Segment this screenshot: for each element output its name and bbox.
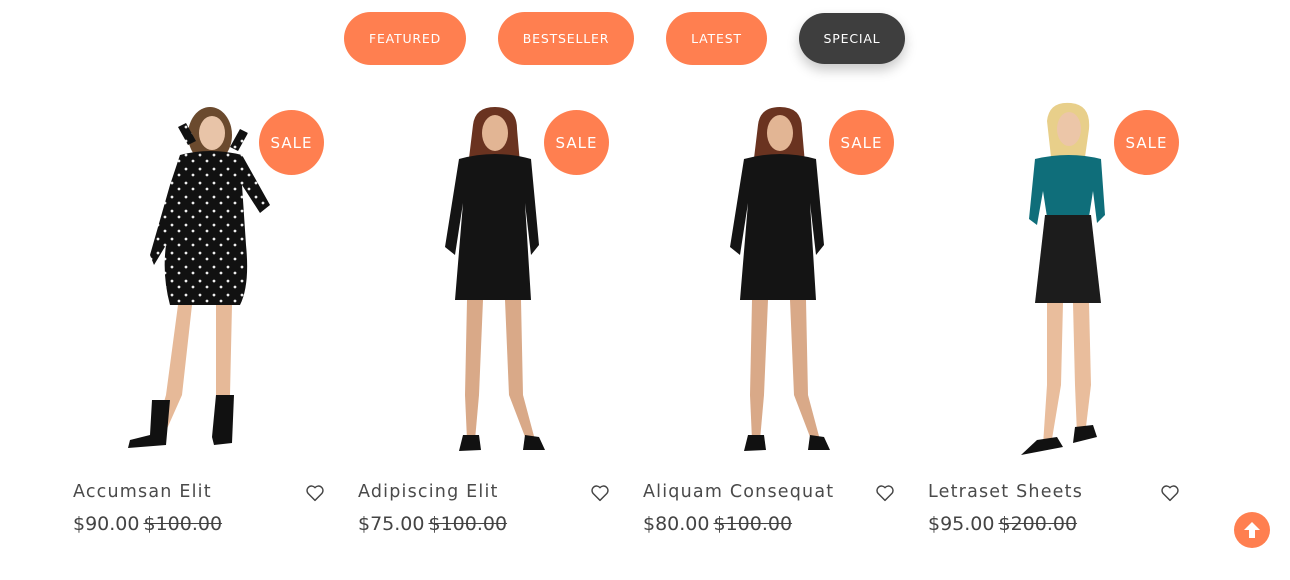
arrow-up-circle-icon [1244, 522, 1260, 538]
tab-latest[interactable]: LATEST [666, 12, 767, 65]
product-price: $80.00 $100.00 [643, 513, 792, 535]
product-image[interactable]: SALE [925, 95, 1185, 470]
sale-badge: SALE [829, 110, 894, 175]
product-image[interactable]: SALE [355, 95, 615, 470]
old-price: $200.00 [998, 513, 1078, 535]
sale-badge: SALE [544, 110, 609, 175]
current-price: $75.00 [358, 513, 425, 535]
product-price: $95.00 $200.00 [928, 513, 1077, 535]
product-image[interactable]: SALE [640, 95, 900, 470]
old-price: $100.00 [428, 513, 508, 535]
product-card: SALE Aliquam Consequat $80.00 $100.00 [640, 95, 900, 565]
product-name[interactable]: Accumsan Elit [73, 482, 212, 502]
product-name[interactable]: Aliquam Consequat [643, 482, 834, 502]
heart-outline-icon[interactable] [590, 484, 610, 502]
scroll-to-top-button[interactable] [1234, 512, 1270, 548]
heart-outline-icon[interactable] [305, 484, 325, 502]
tab-featured[interactable]: FEATURED [344, 12, 466, 65]
heart-outline-icon[interactable] [1160, 484, 1180, 502]
sale-badge: SALE [1114, 110, 1179, 175]
product-card: SALE Accumsan Elit $90.00 $100.00 [70, 95, 330, 565]
product-name[interactable]: Adipiscing Elit [358, 482, 499, 502]
old-price: $100.00 [143, 513, 223, 535]
tab-special[interactable]: SPECIAL [799, 13, 905, 64]
product-image[interactable]: SALE [70, 95, 330, 470]
current-price: $90.00 [73, 513, 140, 535]
current-price: $80.00 [643, 513, 710, 535]
product-price: $90.00 $100.00 [73, 513, 222, 535]
sale-badge: SALE [259, 110, 324, 175]
product-price: $75.00 $100.00 [358, 513, 507, 535]
old-price: $100.00 [713, 513, 793, 535]
tab-bestseller[interactable]: BESTSELLER [498, 12, 634, 65]
current-price: $95.00 [928, 513, 995, 535]
product-card: SALE Letraset Sheets $95.00 $200.00 [925, 95, 1185, 565]
product-tabs: FEATURED BESTSELLER LATEST SPECIAL [0, 0, 1290, 80]
product-card: SALE Adipiscing Elit $75.00 $100.00 [355, 95, 615, 565]
heart-outline-icon[interactable] [875, 484, 895, 502]
product-name[interactable]: Letraset Sheets [928, 482, 1083, 502]
